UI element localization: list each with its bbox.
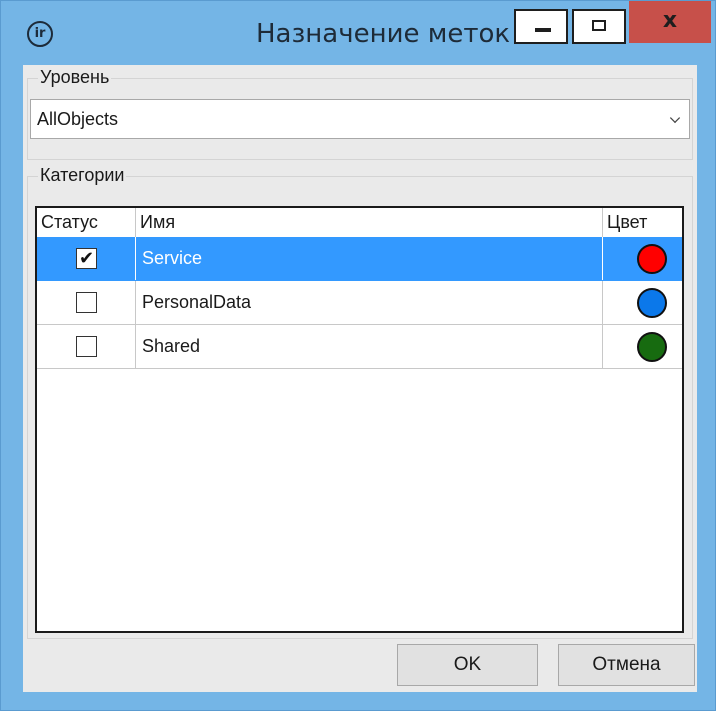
categories-table[interactable]: Статус Имя Цвет ✔ Service PersonalData S… bbox=[35, 206, 684, 633]
minimize-button[interactable] bbox=[514, 9, 568, 44]
name-cell[interactable]: PersonalData bbox=[136, 281, 603, 324]
close-button[interactable]: x bbox=[629, 1, 711, 43]
minimize-icon bbox=[535, 28, 551, 32]
color-cell[interactable] bbox=[603, 237, 682, 280]
status-cell bbox=[37, 281, 136, 324]
ok-button[interactable]: OK bbox=[397, 644, 538, 686]
name-cell[interactable]: Shared bbox=[136, 325, 603, 368]
categories-group-label: Категории bbox=[38, 165, 127, 186]
cancel-button[interactable]: Отмена bbox=[558, 644, 695, 686]
dialog-body: Уровень AllObjects Категории Статус Имя … bbox=[23, 65, 697, 692]
level-group: Уровень AllObjects bbox=[27, 67, 693, 160]
status-cell bbox=[37, 325, 136, 368]
name-cell[interactable]: Service bbox=[136, 237, 603, 280]
color-cell[interactable] bbox=[603, 325, 682, 368]
status-cell: ✔ bbox=[37, 237, 136, 280]
maximize-button[interactable] bbox=[572, 9, 626, 44]
table-header: Статус Имя Цвет bbox=[37, 208, 682, 238]
level-select[interactable]: AllObjects bbox=[30, 99, 690, 139]
status-checkbox[interactable] bbox=[76, 292, 97, 313]
maximize-icon bbox=[592, 20, 606, 31]
column-header-status[interactable]: Статус bbox=[37, 208, 136, 237]
column-header-color[interactable]: Цвет bbox=[603, 208, 682, 237]
level-group-label: Уровень bbox=[38, 67, 112, 88]
table-row[interactable]: Shared bbox=[37, 325, 682, 369]
color-swatch[interactable] bbox=[637, 288, 667, 318]
level-select-value: AllObjects bbox=[37, 109, 119, 129]
color-swatch[interactable] bbox=[637, 244, 667, 274]
title-bar[interactable]: ir Назначение меток x bbox=[1, 1, 715, 63]
dialog-window: ir Назначение меток x Уровень AllObjects… bbox=[0, 0, 716, 711]
app-icon: ir bbox=[27, 21, 53, 47]
column-header-name[interactable]: Имя bbox=[136, 208, 603, 237]
status-checkbox[interactable]: ✔ bbox=[76, 248, 97, 269]
color-swatch[interactable] bbox=[637, 332, 667, 362]
table-row[interactable]: PersonalData bbox=[37, 281, 682, 325]
table-row[interactable]: ✔ Service bbox=[37, 237, 682, 281]
status-checkbox[interactable] bbox=[76, 336, 97, 357]
window-title: Назначение меток bbox=[256, 19, 511, 49]
color-cell[interactable] bbox=[603, 281, 682, 324]
chevron-down-icon[interactable] bbox=[669, 112, 681, 124]
